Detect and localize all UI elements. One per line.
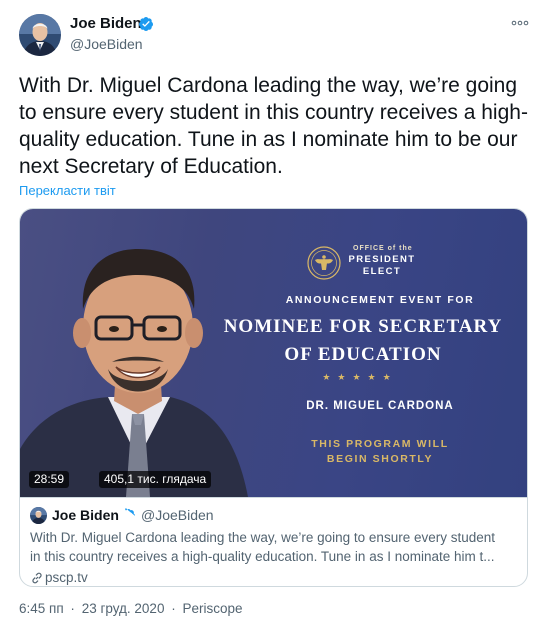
nominee-name: DR. MIGUEL CARDONA [306, 400, 454, 412]
event-title-line-2: OF EDUCATION [284, 344, 442, 365]
view-count-badge: 405,1 тис. глядача [99, 471, 212, 488]
link-icon [32, 572, 42, 584]
meta-separator: · [171, 601, 176, 616]
presidential-seal-icon [307, 246, 341, 280]
verified-icon [125, 508, 136, 519]
translate-tweet-link[interactable]: Перекласти твіт [19, 183, 116, 198]
announcement-label: ANNOUNCEMENT EVENT FOR [285, 294, 475, 306]
broadcast-card[interactable]: OFFICE of the PRESIDENT ELECT ANNOUNCEME… [19, 208, 528, 587]
quoted-tweet-text-line-2: in this country receives a high-quality … [30, 549, 495, 564]
video-thumbnail[interactable]: OFFICE of the PRESIDENT ELECT ANNOUNCEME… [20, 209, 527, 497]
more-icon[interactable] [511, 19, 529, 27]
quoted-author-avatar[interactable] [30, 507, 47, 524]
quoted-tweet[interactable]: Joe Biden @JoeBiden With Dr. Miguel Card… [20, 497, 527, 586]
author-avatar[interactable] [19, 14, 61, 56]
office-label-line-1: PRESIDENT [348, 254, 416, 265]
meta-separator: · [70, 601, 75, 616]
tweet-metadata: 6:45 пп · 23 груд. 2020 · Periscope [19, 601, 243, 616]
event-title-line-1: NOMINEE FOR SECRETARY [223, 316, 503, 337]
quoted-tweet-text: With Dr. Miguel Cardona leading the way,… [30, 528, 520, 566]
office-label-line-2: ELECT [362, 266, 402, 277]
quoted-link[interactable]: pscp.tv [45, 570, 88, 585]
tweet-source[interactable]: Periscope [182, 601, 242, 616]
author-handle[interactable]: @JoeBiden [70, 36, 143, 52]
event-title: NOMINEE FOR SECRETARY OF EDUCATION [200, 313, 526, 369]
office-label-small: OFFICE of the [353, 245, 413, 252]
program-notice-line-2: BEGIN SHORTLY [326, 453, 434, 465]
program-notice-line-1: THIS PROGRAM WILL [311, 438, 449, 450]
program-notice: THIS PROGRAM WILL BEGIN SHORTLY [240, 437, 520, 467]
tweet-date[interactable]: 23 груд. 2020 [82, 601, 165, 616]
tweet: Joe Biden @JoeBiden With Dr. Miguel Card… [0, 0, 545, 627]
quoted-author-handle[interactable]: @JoeBiden [141, 507, 214, 523]
office-label: PRESIDENT ELECT [346, 254, 418, 278]
tweet-text: With Dr. Miguel Cardona leading the way,… [19, 74, 528, 178]
tweet-time[interactable]: 6:45 пп [19, 601, 64, 616]
quoted-author-name[interactable]: Joe Biden [52, 507, 119, 523]
video-duration-badge: 28:59 [29, 471, 70, 488]
verified-icon [139, 17, 153, 31]
quoted-tweet-text-line-1: With Dr. Miguel Cardona leading the way,… [30, 530, 495, 545]
author-name[interactable]: Joe Biden [70, 15, 142, 32]
stars-decoration: ★★★★★ [322, 372, 398, 382]
